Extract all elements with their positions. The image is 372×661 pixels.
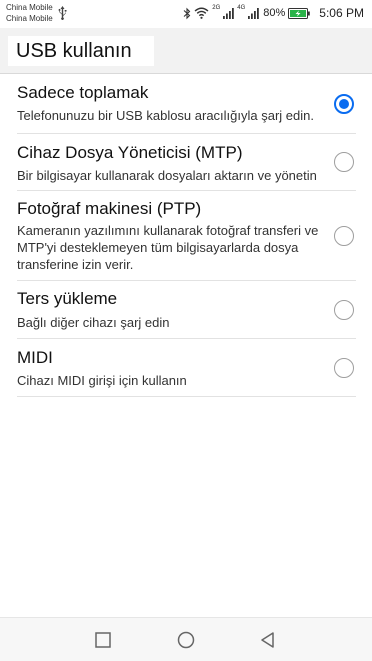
radio-unselected-icon[interactable] — [334, 152, 354, 172]
network-type-1: 2G — [212, 5, 221, 11]
status-icons: 2G 4G 80% 5:06 PM — [183, 4, 364, 22]
battery-percent: 80% — [263, 7, 286, 19]
option-description: Bağlı diğer cihazı şarj edin — [17, 315, 170, 330]
option-midi[interactable]: MIDI Cihazı MIDI girişi için kullanın — [17, 339, 356, 397]
signal-icon — [223, 8, 235, 19]
back-triangle-icon[interactable] — [258, 630, 278, 650]
signal-icon — [248, 8, 260, 19]
option-description: Telefonunuzu bir USB kablosu aracılığıyl… — [17, 108, 314, 123]
radio-unselected-icon[interactable] — [334, 300, 354, 320]
radio-selected-icon[interactable] — [334, 94, 354, 114]
option-title: Ters yükleme — [17, 289, 118, 308]
option-title: MIDI — [17, 348, 53, 367]
network-type-2: 4G — [237, 5, 246, 11]
option-description: Kameranın yazılımını kullanarak fotoğraf… — [17, 223, 319, 272]
carrier-label-1: China Mobile — [6, 3, 53, 12]
option-reverse-charging[interactable]: Ters yükleme Bağlı diğer cihazı şarj edi… — [17, 281, 356, 339]
title-container: USB kullanın — [8, 36, 154, 66]
status-bar: China Mobile China Mobile 2G 4G 80% 5:06… — [0, 0, 372, 28]
recents-square-icon[interactable] — [93, 630, 113, 650]
option-title: Cihaz Dosya Yöneticisi (MTP) — [17, 143, 243, 162]
wifi-icon — [194, 7, 209, 19]
page-title: USB kullanın — [16, 40, 132, 62]
option-mtp[interactable]: Cihaz Dosya Yöneticisi (MTP) Bir bilgisa… — [17, 134, 356, 191]
carrier-label-2: China Mobile — [6, 14, 53, 23]
radio-unselected-icon[interactable] — [334, 226, 354, 246]
battery-charging-icon — [288, 7, 311, 19]
option-title: Fotoğraf makinesi (PTP) — [17, 199, 202, 218]
option-description: Cihazı MIDI girişi için kullanın — [17, 373, 187, 388]
option-ptp[interactable]: Fotoğraf makinesi (PTP) Kameranın yazılı… — [17, 191, 356, 281]
home-circle-icon[interactable] — [176, 630, 196, 650]
option-description: Bir bilgisayar kullanarak dosyaları akta… — [17, 168, 317, 183]
clock-time: 5:06 PM — [319, 6, 364, 20]
bluetooth-icon — [183, 7, 191, 19]
navigation-bar — [0, 617, 372, 661]
radio-unselected-icon[interactable] — [334, 358, 354, 378]
usb-icon — [58, 6, 67, 20]
usb-mode-list: Sadece toplamak Telefonunuzu bir USB kab… — [0, 74, 372, 397]
page-header: USB kullanın — [0, 28, 372, 74]
option-title: Sadece toplamak — [17, 83, 149, 102]
option-charge-only[interactable]: Sadece toplamak Telefonunuzu bir USB kab… — [17, 74, 356, 134]
